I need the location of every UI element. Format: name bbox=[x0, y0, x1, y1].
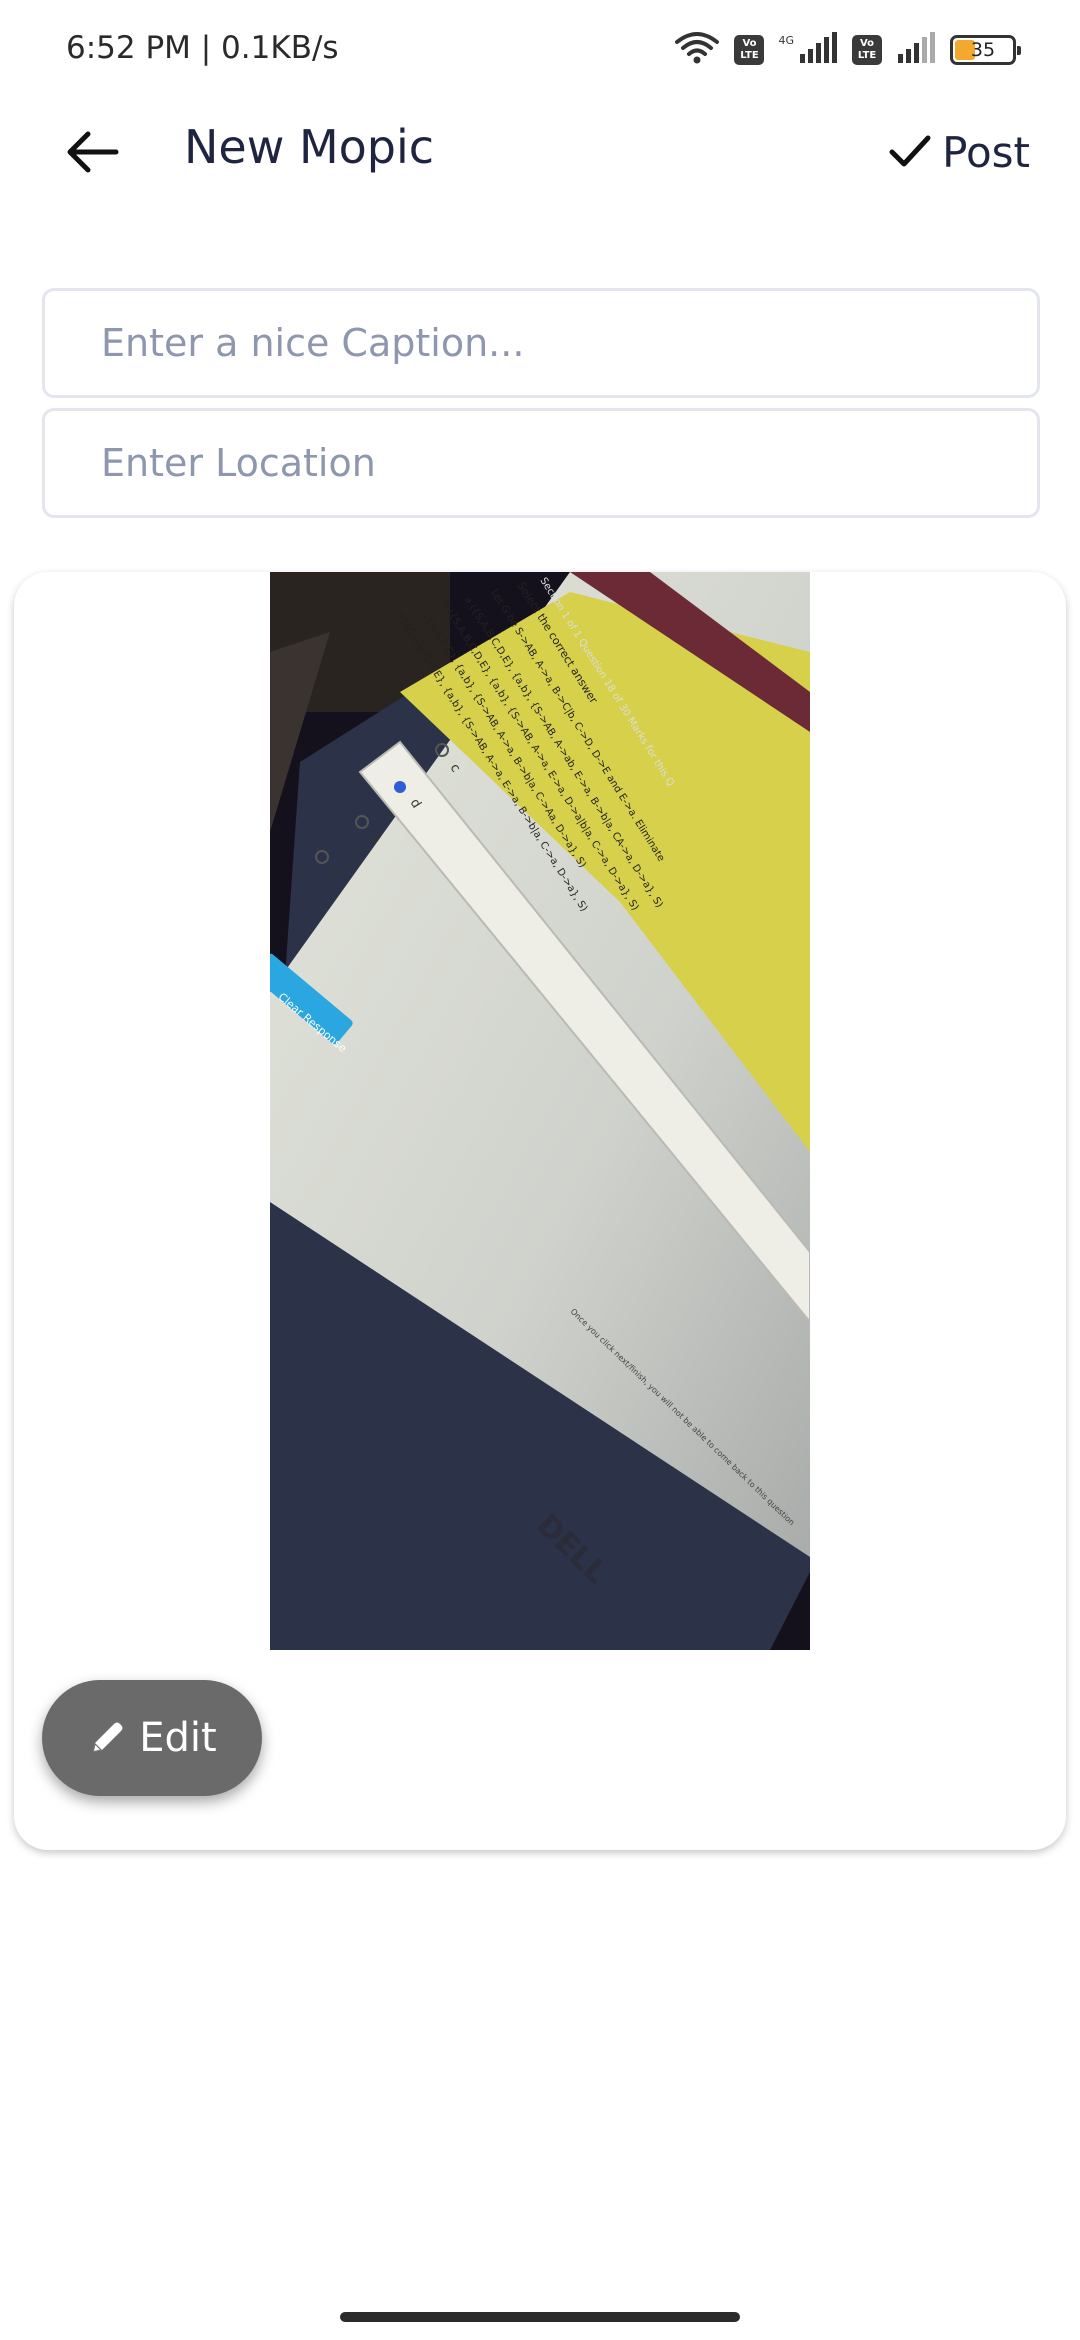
edit-button[interactable]: Edit bbox=[42, 1680, 262, 1796]
photo-card: Section 1 of 1 Question 18 of 30 Marks f… bbox=[14, 572, 1066, 1850]
arrow-left-icon bbox=[67, 131, 119, 173]
network-type-label: 4G bbox=[778, 33, 794, 47]
back-button[interactable] bbox=[52, 112, 132, 192]
check-icon bbox=[889, 135, 931, 167]
pencil-icon bbox=[93, 1722, 123, 1752]
app-bar: New Mopic Post bbox=[0, 100, 1080, 200]
signal-icon-2 bbox=[896, 32, 936, 68]
page-title: New Mopic bbox=[184, 120, 435, 174]
status-icons: Vo LTE 4G Vo LTE 35 bbox=[674, 30, 1021, 70]
photo-preview[interactable]: Section 1 of 1 Question 18 of 30 Marks f… bbox=[270, 572, 810, 1650]
volte-icon: Vo LTE bbox=[734, 35, 765, 65]
battery-level: 35 bbox=[970, 39, 996, 61]
wifi-icon bbox=[674, 30, 720, 70]
battery-icon: 35 bbox=[950, 35, 1021, 65]
status-bar: 6:52 PM | 0.1KB/s Vo LTE 4G Vo LTE 35 bbox=[0, 0, 1080, 100]
signal-icon bbox=[798, 32, 838, 68]
location-input[interactable] bbox=[45, 411, 1037, 515]
volte-icon-2: Vo LTE bbox=[852, 35, 882, 65]
post-button[interactable]: Post bbox=[888, 120, 1030, 184]
edit-label: Edit bbox=[139, 1715, 217, 1761]
location-field[interactable] bbox=[42, 408, 1040, 518]
status-time: 6:52 PM | 0.1KB/s bbox=[66, 30, 339, 66]
caption-input[interactable] bbox=[45, 291, 1037, 395]
post-label: Post bbox=[942, 127, 1030, 177]
photo-image: Section 1 of 1 Question 18 of 30 Marks f… bbox=[270, 572, 810, 1650]
caption-field[interactable] bbox=[42, 288, 1040, 398]
home-indicator[interactable] bbox=[340, 2312, 740, 2322]
